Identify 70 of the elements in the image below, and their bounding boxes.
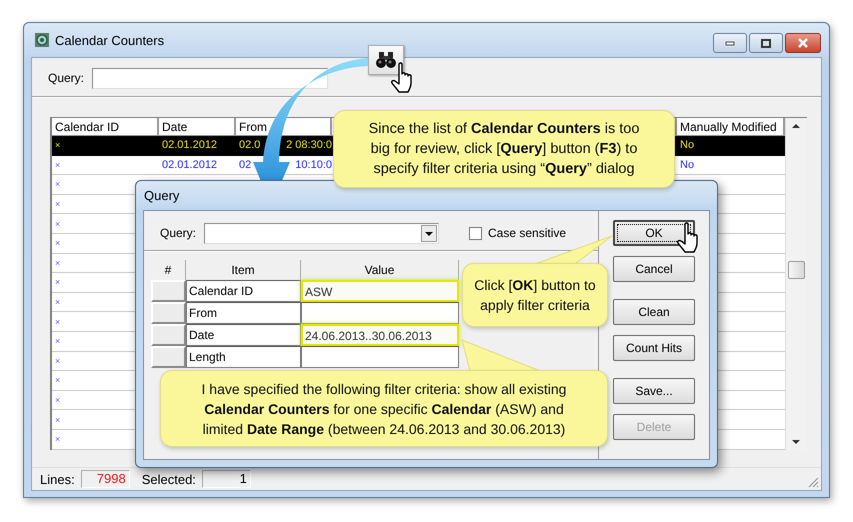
app-icon (34, 32, 50, 48)
row-marker: × (55, 316, 60, 327)
column-header[interactable]: Calendar ID (55, 120, 120, 134)
table-cell: Length (186, 346, 301, 368)
row-marker: × (55, 277, 60, 288)
hand-cursor-icon (390, 62, 414, 94)
value-field[interactable] (301, 346, 459, 368)
selected-row-cell[interactable]: × (52, 136, 159, 156)
query-dropdown[interactable] (204, 222, 440, 244)
query-field[interactable] (92, 68, 328, 88)
column-header[interactable]: Manually Modified (680, 120, 777, 134)
table-cell: Calendar ID (186, 280, 301, 302)
row-marker: × (55, 395, 60, 406)
row-marker: × (55, 297, 60, 308)
table-cell: 02.0 (239, 139, 260, 152)
binoculars-icon (375, 51, 397, 69)
dialog-button[interactable]: Clean (613, 299, 695, 325)
close-button[interactable] (785, 33, 821, 53)
row-header[interactable] (151, 324, 186, 346)
value-field[interactable]: ASW (301, 280, 459, 302)
row-header[interactable] (151, 280, 186, 302)
row-marker: × (55, 258, 60, 268)
table-cell: Date (186, 324, 301, 346)
row-header[interactable] (151, 302, 186, 324)
row-marker: × (55, 414, 60, 425)
line-count: 7998 (80, 470, 130, 488)
row-marker: × (55, 434, 60, 444)
hand-cursor-icon (676, 222, 700, 254)
window-title: Calendar Counters (55, 32, 166, 48)
search-button[interactable] (368, 45, 404, 75)
checkbox[interactable] (469, 226, 482, 240)
table-cell: 2 08:30:0 (286, 139, 332, 152)
resize-grip-icon (807, 476, 819, 488)
column-header[interactable]: From (239, 120, 267, 134)
value-field[interactable] (301, 302, 459, 324)
row-marker: × (55, 218, 60, 229)
callout-note: Since the list of Calendar Counters is too big for review, click [Query] button (F3) to specify filter criteria using “Query” dialog (333, 110, 675, 188)
table-cell: 02.01.2012 (162, 139, 218, 152)
close-icon (797, 38, 809, 48)
row-marker: × (55, 199, 60, 210)
maximize-button[interactable] (749, 33, 783, 53)
table-cell: 10:10:0 (295, 158, 332, 171)
table-cell: No (677, 136, 785, 156)
checkbox-label: Case sensitive (488, 226, 566, 240)
minimize-icon (725, 40, 735, 46)
status-label: Selected: (142, 472, 196, 486)
query-label: Query: (160, 226, 196, 240)
row-marker: × (55, 375, 60, 386)
dialog-button[interactable]: OK (613, 220, 695, 246)
row-marker: × (55, 356, 60, 366)
selected-count: 1 (202, 470, 251, 488)
row-marker: × (55, 140, 60, 150)
row-marker: × (55, 160, 60, 170)
dialog-button[interactable]: Cancel (613, 256, 695, 282)
query-label: Query: (48, 71, 84, 85)
row-marker: × (55, 238, 60, 248)
row-header[interactable] (151, 346, 186, 368)
dialog-button[interactable]: Count Hits (613, 335, 695, 361)
status-label: Lines: (40, 472, 75, 486)
column-header[interactable]: Date (162, 120, 188, 134)
maximize-icon (761, 38, 771, 48)
minimize-button[interactable] (713, 33, 747, 53)
dialog-button[interactable]: Save... (613, 378, 695, 404)
row-marker: × (55, 336, 60, 346)
table-cell: 02 (239, 158, 252, 171)
row-marker: × (55, 179, 60, 190)
table-cell: From (186, 302, 301, 324)
row-cell[interactable]: × (52, 156, 159, 176)
value-field[interactable]: 24.06.2013..30.06.2013 (301, 324, 459, 346)
table-cell: 02.01.2012 (162, 158, 218, 171)
